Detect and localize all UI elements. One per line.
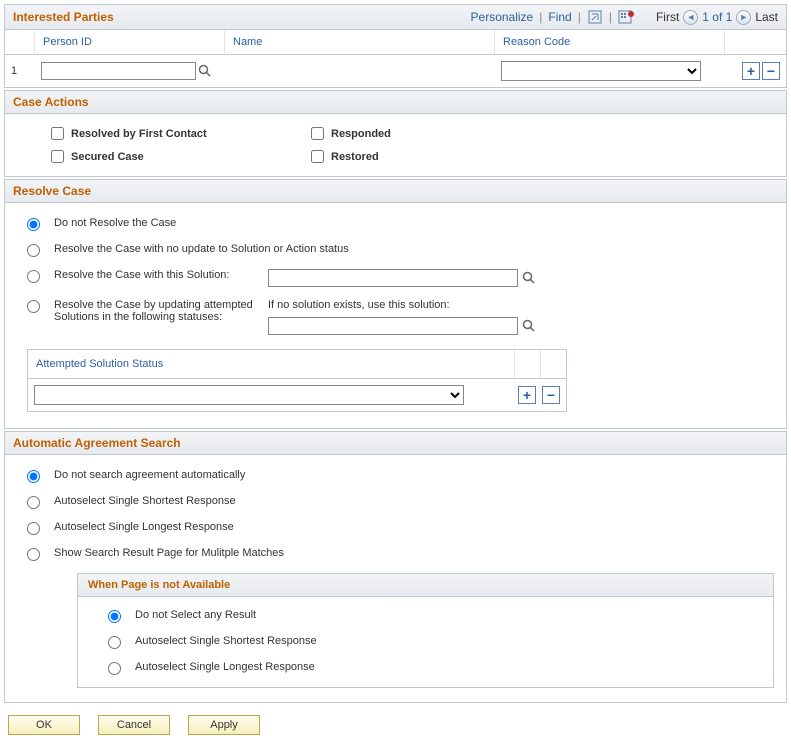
page-not-available-body: Do not Select any Result Autoselect Sing… <box>78 597 773 687</box>
nav-last-label[interactable]: Last <box>755 10 778 24</box>
sub-opt2-radio[interactable] <box>108 636 121 649</box>
sub-opt1-label: Do not Select any Result <box>135 609 256 621</box>
restored-label: Restored <box>331 151 379 163</box>
case-actions-title: Case Actions <box>13 95 89 109</box>
agreement-opt4-label: Show Search Result Page for Mulitple Mat… <box>54 547 284 559</box>
agreement-search-section: Automatic Agreement Search Do not search… <box>4 431 787 703</box>
agreement-opt2-radio[interactable] <box>27 496 40 509</box>
grid-header-row: Person ID Name Reason Code <box>5 30 786 55</box>
case-actions-body: Resolved by First Contact Responded Secu… <box>5 114 786 176</box>
resolve-case-section: Resolve Case Do not Resolve the Case Res… <box>4 179 787 429</box>
sub-opt2-label: Autoselect Single Shortest Response <box>135 635 317 647</box>
secured-case-label: Secured Case <box>71 151 144 163</box>
interested-parties-section: Interested Parties Personalize | Find | … <box>4 4 787 88</box>
attempted-solution-header[interactable]: Attempted Solution Status <box>28 350 514 378</box>
name-cell <box>225 69 495 73</box>
sub-opt3-radio[interactable] <box>108 662 121 675</box>
page-not-available-section: When Page is not Available Do not Select… <box>77 573 774 688</box>
resolved-first-contact-label: Resolved by First Contact <box>71 128 207 140</box>
sub-opt1-radio[interactable] <box>108 610 121 623</box>
attempted-solution-table: Attempted Solution Status + − <box>27 349 567 412</box>
nav-count: 1 of 1 <box>702 10 732 24</box>
resolve-opt4-radio[interactable] <box>27 300 40 313</box>
personalize-link[interactable]: Personalize <box>471 10 534 24</box>
agreement-search-header: Automatic Agreement Search <box>5 432 786 455</box>
grid-nav: First ◄ 1 of 1 ► Last <box>656 10 778 25</box>
resolve-opt2-label: Resolve the Case with no update to Solut… <box>54 243 349 255</box>
person-id-input[interactable] <box>41 62 196 80</box>
col-name[interactable]: Name <box>225 30 495 54</box>
col-reason-code[interactable]: Reason Code <box>495 30 725 54</box>
row-number: 1 <box>5 63 35 79</box>
nav-next-icon[interactable]: ► <box>736 10 751 25</box>
lookup-icon[interactable] <box>198 64 212 78</box>
ok-button[interactable]: OK <box>8 715 80 735</box>
resolve-case-title: Resolve Case <box>13 184 91 198</box>
resolve-case-header: Resolve Case <box>5 180 786 203</box>
nav-prev-icon[interactable]: ◄ <box>683 10 698 25</box>
button-bar: OK Cancel Apply <box>4 705 787 745</box>
attempted-solution-select[interactable] <box>34 385 464 405</box>
zoom-icon[interactable] <box>587 9 603 25</box>
reason-code-select[interactable] <box>501 61 701 81</box>
resolve-opt3-label: Resolve the Case with this Solution: <box>54 269 254 281</box>
header-tools: Personalize | Find | | First ◄ 1 of 1 ► … <box>471 9 778 25</box>
resolve-opt3-radio[interactable] <box>27 270 40 283</box>
attempted-solution-header-row: Attempted Solution Status <box>28 350 566 379</box>
delete-row-button[interactable]: − <box>542 386 560 404</box>
separator: | <box>578 10 581 24</box>
agreement-opt2-label: Autoselect Single Shortest Response <box>54 495 236 507</box>
resolve-opt4-hint: If no solution exists, use this solution… <box>268 299 536 311</box>
agreement-opt1-radio[interactable] <box>27 470 40 483</box>
download-icon[interactable] <box>618 9 634 25</box>
resolve-opt4-input[interactable] <box>268 317 518 335</box>
resolve-case-body: Do not Resolve the Case Resolve the Case… <box>5 203 786 428</box>
nav-first-label[interactable]: First <box>656 10 679 24</box>
responded-checkbox[interactable] <box>311 127 324 140</box>
grid-row: 1 + − <box>5 55 786 87</box>
resolve-opt1-label: Do not Resolve the Case <box>54 217 176 229</box>
col-person-id[interactable]: Person ID <box>35 30 225 54</box>
apply-button[interactable]: Apply <box>188 715 260 735</box>
separator: | <box>539 10 542 24</box>
agreement-opt3-radio[interactable] <box>27 522 40 535</box>
case-actions-header: Case Actions <box>5 91 786 114</box>
restored-checkbox[interactable] <box>311 150 324 163</box>
secured-case-checkbox[interactable] <box>51 150 64 163</box>
agreement-search-body: Do not search agreement automatically Au… <box>5 455 786 702</box>
delete-row-button[interactable]: − <box>762 62 780 80</box>
resolve-opt3-input[interactable] <box>268 269 518 287</box>
responded-label: Responded <box>331 128 391 140</box>
agreement-opt1-label: Do not search agreement automatically <box>54 469 245 481</box>
interested-parties-header: Interested Parties Personalize | Find | … <box>5 5 786 30</box>
resolve-opt2-radio[interactable] <box>27 244 40 257</box>
agreement-search-title: Automatic Agreement Search <box>13 436 181 450</box>
cancel-button[interactable]: Cancel <box>98 715 170 735</box>
agreement-opt3-label: Autoselect Single Longest Response <box>54 521 234 533</box>
resolve-opt4-label: Resolve the Case by updating attempted S… <box>54 299 254 323</box>
sub-opt3-label: Autoselect Single Longest Response <box>135 661 315 673</box>
separator: | <box>609 10 612 24</box>
add-row-button[interactable]: + <box>742 62 760 80</box>
resolved-first-contact-checkbox[interactable] <box>51 127 64 140</box>
resolve-opt1-radio[interactable] <box>27 218 40 231</box>
case-actions-section: Case Actions Resolved by First Contact R… <box>4 90 787 177</box>
lookup-icon[interactable] <box>522 319 536 333</box>
find-link[interactable]: Find <box>548 10 571 24</box>
attempted-solution-row: + − <box>28 379 566 411</box>
agreement-opt4-radio[interactable] <box>27 548 40 561</box>
interested-parties-title: Interested Parties <box>13 10 114 24</box>
add-row-button[interactable]: + <box>518 386 536 404</box>
lookup-icon[interactable] <box>522 271 536 285</box>
page-not-available-title: When Page is not Available <box>78 574 773 597</box>
